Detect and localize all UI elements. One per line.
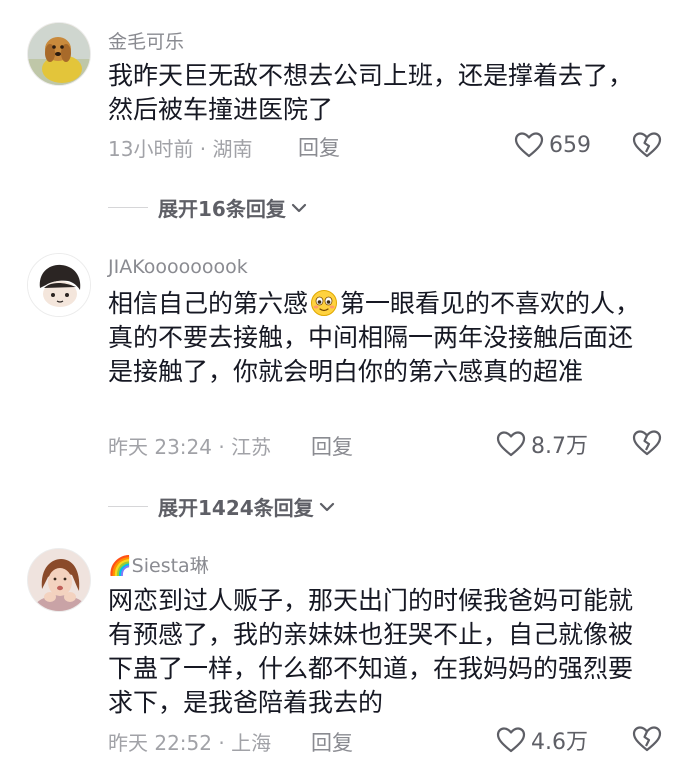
avatar[interactable] bbox=[27, 548, 91, 612]
like-count: 4.6万 bbox=[531, 730, 588, 755]
rainbow-emoji-icon: 🌈 bbox=[108, 555, 132, 577]
person-photo-avatar-image bbox=[28, 549, 90, 611]
username-text: Siesta琳 bbox=[131, 555, 209, 577]
heart-outline-icon bbox=[496, 727, 526, 753]
broken-heart-icon bbox=[632, 726, 662, 752]
reply-button[interactable]: 回复 bbox=[311, 727, 353, 757]
comment-time-location: 昨天 22:52 · 上海 bbox=[108, 731, 272, 755]
comment-item: 🌈Siesta琳 网恋到过人贩子，那天出门的时候我爸妈可能就有预感了，我的亲妹妹… bbox=[0, 0, 690, 779]
comment-text: 网恋到过人贩子，那天出门的时候我爸妈可能就有预感了，我的亲妹妹也狂哭不止，自己就… bbox=[108, 586, 634, 717]
username[interactable]: 🌈Siesta琳 bbox=[108, 551, 209, 578]
like-button[interactable]: 4.6万 bbox=[496, 724, 588, 756]
dislike-button[interactable] bbox=[632, 725, 662, 755]
